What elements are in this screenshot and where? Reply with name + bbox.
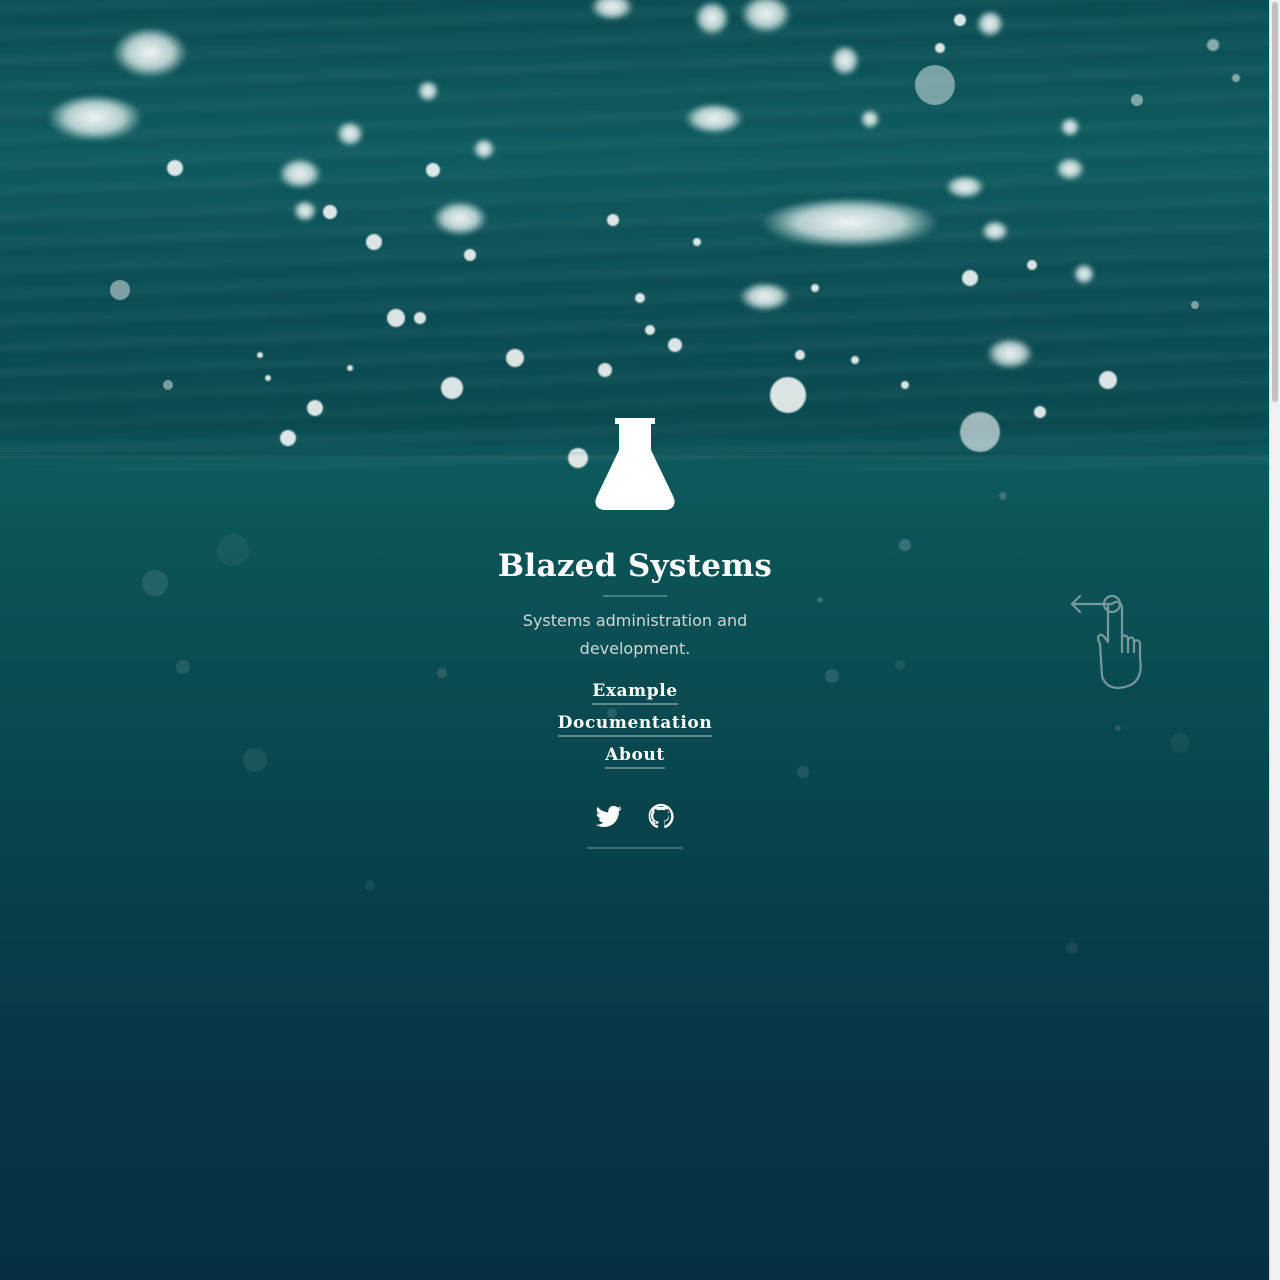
github-link[interactable] xyxy=(648,803,674,829)
nav-link-documentation[interactable]: Documentation xyxy=(557,713,713,738)
flask-icon xyxy=(595,418,675,510)
github-icon xyxy=(648,804,674,829)
social-links xyxy=(0,803,1270,829)
nav-link-about[interactable]: About xyxy=(605,745,665,770)
scrollbar[interactable] xyxy=(1269,0,1280,1280)
scrollbar-thumb[interactable] xyxy=(1272,2,1278,402)
main-nav: Example Documentation About xyxy=(0,681,1270,770)
twitter-link[interactable] xyxy=(596,803,623,829)
nav-item: About xyxy=(0,745,1270,770)
background-waves xyxy=(0,0,1270,470)
bottom-divider xyxy=(587,847,683,850)
swipe-left-hand-icon xyxy=(1070,594,1142,689)
nav-item: Documentation xyxy=(0,713,1270,738)
title-divider xyxy=(603,595,667,598)
nav-link-example[interactable]: Example xyxy=(592,681,678,706)
site-title: Blazed Systems xyxy=(497,548,773,584)
twitter-icon xyxy=(596,806,623,828)
background-bubbles xyxy=(47,0,1240,468)
site-tagline: Systems administration and development. xyxy=(522,611,748,659)
